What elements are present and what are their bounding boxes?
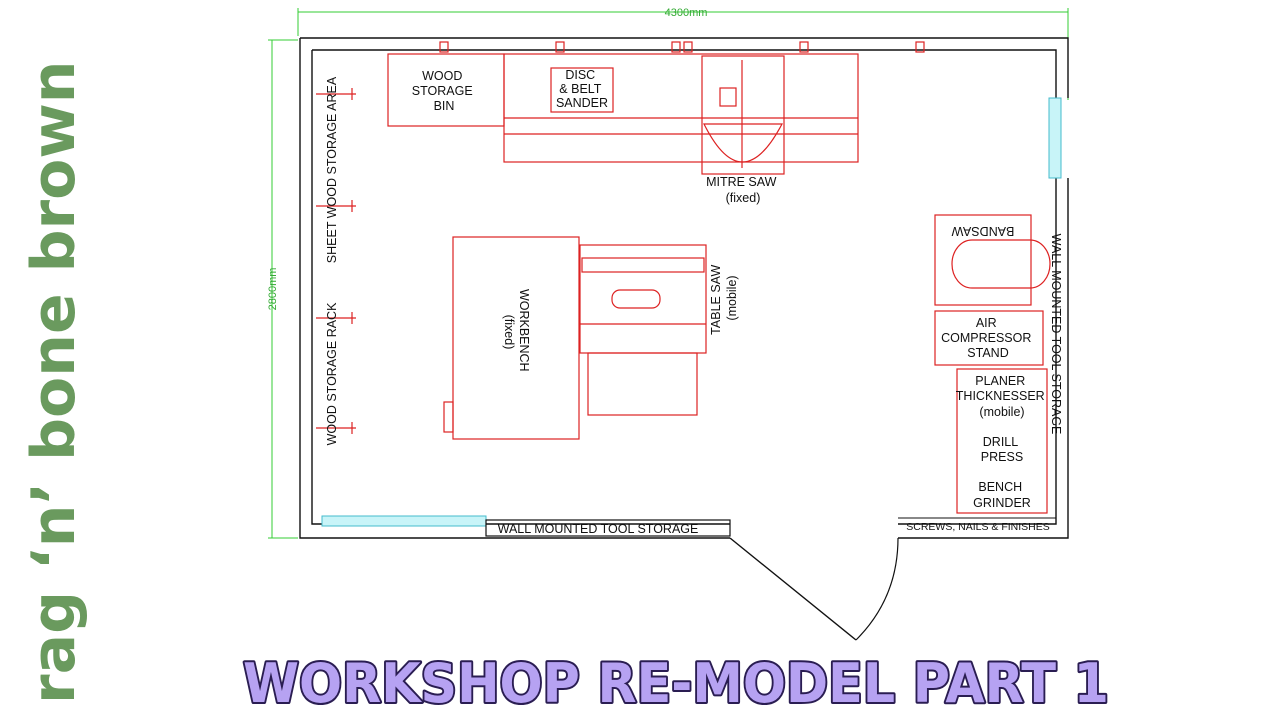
label-bandsaw: BANDSAW [951, 224, 1014, 238]
right-side-equipment [898, 214, 1056, 519]
label-workbench: WORKBENCH (fixed) [502, 289, 531, 375]
walls [299, 37, 1069, 539]
page-title: WORKSHOP RE-MODEL PART 1 [241, 650, 1111, 717]
label-planer: PLANER THICKNESSER (mobile) [956, 374, 1048, 419]
title-text: WORKSHOP RE-MODEL PART 1 [243, 652, 1109, 715]
wall-brackets [316, 41, 925, 434]
label-wood-storage-rack: WOOD STORAGE RACK [325, 302, 339, 446]
door [729, 537, 899, 641]
dimension-width: 4300mm [665, 7, 708, 19]
label-table-saw: TABLE SAW (mobile) [709, 261, 739, 335]
label-disc-belt-sander: DISC & BELT SANDER [556, 68, 608, 110]
label-wall-tool-storage-right: WALL MOUNTED TOOL STORAGE [1049, 234, 1063, 435]
label-sheet-wood-storage: SHEET WOOD STORAGE AREA [325, 76, 339, 263]
label-screws-nails: SCREWS, NAILS & FINISHES [906, 521, 1050, 533]
label-wall-tool-storage-bottom: WALL MOUNTED TOOL STORAGE [498, 522, 699, 536]
dimension-height: 2800mm [267, 268, 279, 311]
label-air-compressor: AIR COMPRESSOR STAND [941, 316, 1035, 360]
label-wood-storage-bin: WOOD STORAGE BIN [412, 69, 476, 113]
workbench-table-saw [443, 236, 707, 440]
label-bench-grinder: BENCH GRINDER [973, 480, 1031, 510]
label-mitre-saw: MITRE SAW (fixed) [706, 175, 780, 205]
label-drill-press: DRILL PRESS [981, 435, 1023, 464]
floor-plan: 4300mm 2800mm WOOD STORAGE BIN DISC & BE… [267, 7, 1069, 641]
